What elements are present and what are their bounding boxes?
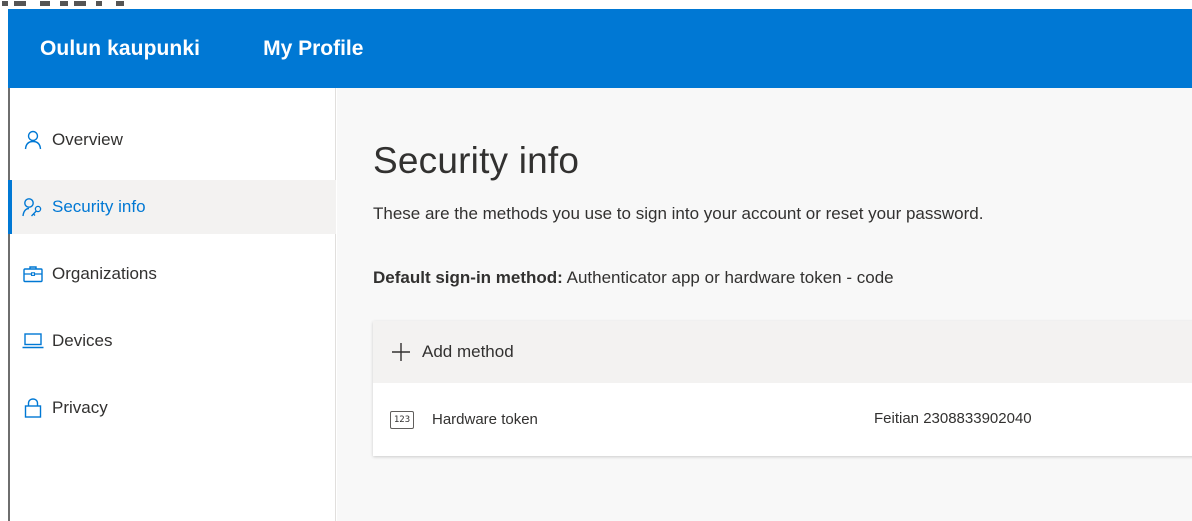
- top-header-bar: Oulun kaupunki My Profile: [8, 9, 1192, 88]
- main-content: Security info These are the methods you …: [337, 88, 1192, 521]
- sidebar-item-overview[interactable]: Overview: [10, 113, 336, 167]
- hardware-token-icon: 123: [390, 410, 414, 429]
- organization-name-link[interactable]: Oulun kaupunki: [40, 37, 200, 61]
- person-icon: [22, 129, 44, 151]
- method-detail: Feitian 2308833902040: [874, 410, 1032, 427]
- sidebar-nav: Overview Security info Organizations Dev…: [8, 88, 336, 521]
- default-method-label: Default sign-in method:: [373, 268, 563, 287]
- sidebar-item-label: Privacy: [52, 398, 108, 417]
- sidebar-item-label: Devices: [52, 331, 113, 350]
- add-method-label: Add method: [422, 342, 514, 361]
- sidebar-item-devices[interactable]: Devices: [10, 314, 336, 368]
- method-row: 123 Hardware token Feitian 2308833902040: [373, 383, 1192, 456]
- sidebar-item-security-info[interactable]: Security info: [8, 180, 336, 234]
- security-person-key-icon: [22, 196, 44, 218]
- top-edge-strip: [0, 0, 1192, 9]
- default-method-value: Authenticator app or hardware token - co…: [566, 268, 894, 287]
- page-description: These are the methods you use to sign in…: [373, 204, 984, 223]
- app-title-link[interactable]: My Profile: [263, 37, 363, 61]
- methods-card: Add method 123 Hardware token Feitian 23…: [373, 321, 1192, 456]
- add-method-button[interactable]: Add method: [373, 321, 1192, 383]
- sidebar-item-label: Security info: [52, 197, 146, 216]
- page-title: Security info: [373, 140, 580, 181]
- plus-icon: [390, 341, 412, 363]
- default-sign-in-method: Default sign-in method: Authenticator ap…: [373, 268, 894, 288]
- sidebar-item-privacy[interactable]: Privacy: [10, 381, 336, 435]
- lock-icon: [22, 397, 44, 419]
- sidebar-item-label: Organizations: [52, 264, 157, 283]
- sidebar-item-label: Overview: [52, 130, 123, 149]
- sidebar-item-organizations[interactable]: Organizations: [10, 247, 336, 301]
- method-name: Hardware token: [432, 411, 538, 428]
- laptop-icon: [22, 330, 44, 352]
- briefcase-icon: [22, 263, 44, 285]
